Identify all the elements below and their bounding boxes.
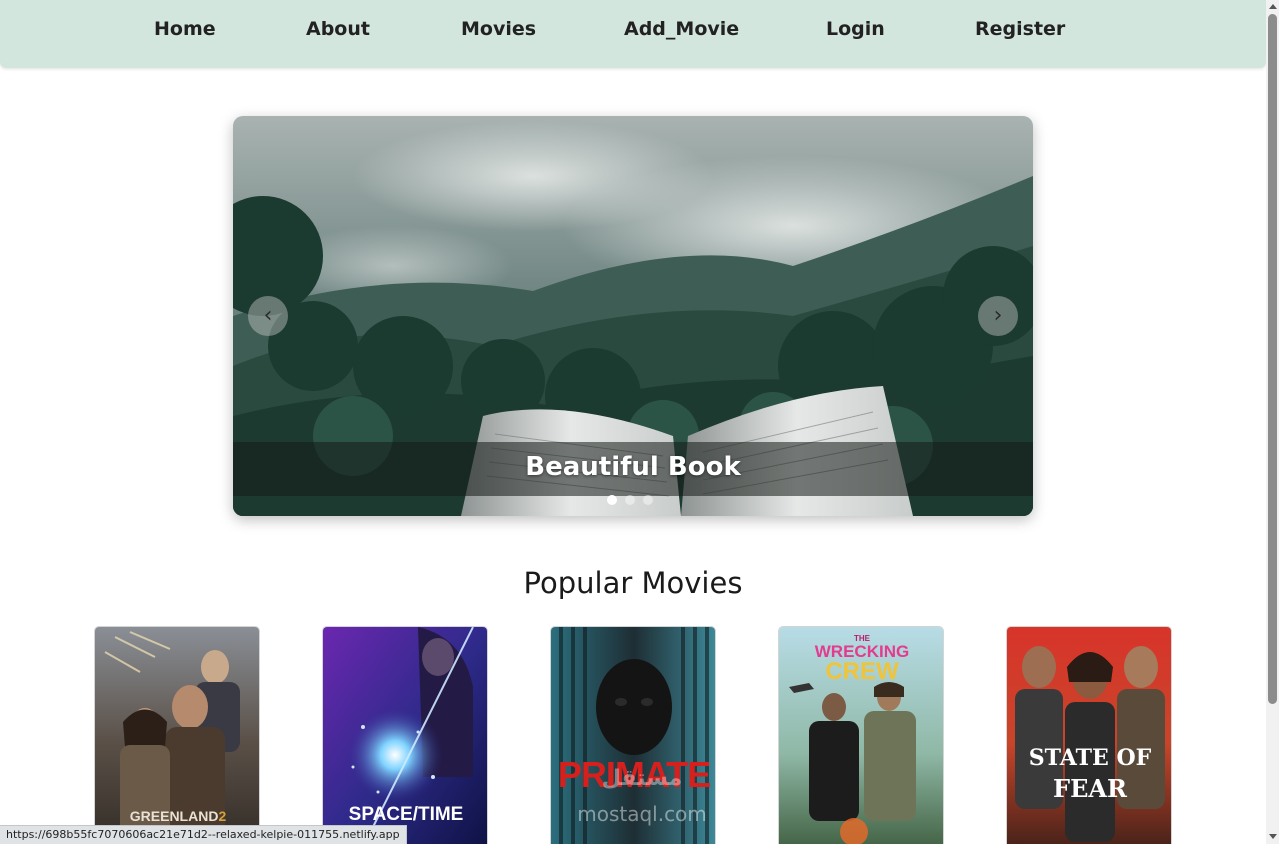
nav-link-login[interactable]: Login [826,18,885,40]
carousel-dot-3[interactable] [643,495,653,505]
scroll-down-icon[interactable] [1269,834,1277,839]
movie-poster-image: SPACE/TIME [323,627,487,844]
carousel-prev-button[interactable]: ‹ [248,296,288,336]
movie-card[interactable]: STATE OF FEAR [1006,626,1172,844]
movie-card[interactable]: THE WRECKING CREW [778,626,944,844]
status-bar-url: https://698b55fc7070606ac21e71d2--relaxe… [0,825,407,844]
nav-link-about[interactable]: About [306,18,370,40]
movie-card[interactable]: GREENLAND2 [94,626,260,844]
navbar: Home About Movies Add_Movie Login Regist… [0,0,1266,68]
svg-text:CREW: CREW [825,658,899,685]
svg-text:SPACE/TIME: SPACE/TIME [349,804,464,825]
chevron-left-icon: ‹ [263,303,273,328]
hero-carousel: Beautiful Book ‹ › [233,116,1033,516]
svg-text:FEAR: FEAR [1053,774,1128,803]
nav-link-register[interactable]: Register [975,18,1065,40]
nav-link-home[interactable]: Home [154,18,216,40]
carousel-dot-1[interactable] [607,495,617,505]
carousel-next-button[interactable]: › [978,296,1018,336]
movie-card[interactable]: SPACE/TIME [322,626,488,844]
carousel-caption: Beautiful Book [525,452,741,482]
nav-link-add-movie[interactable]: Add_Movie [624,18,739,40]
movie-poster-image: STATE OF FEAR [1007,627,1171,844]
popular-movies-heading: Popular Movies [523,566,743,600]
scroll-up-icon[interactable] [1269,4,1277,9]
movie-poster-image: GREENLAND2 [95,627,259,844]
chevron-right-icon: › [993,303,1003,328]
nav-link-movies[interactable]: Movies [461,18,536,40]
watermark-arabic: مستقل [601,766,683,791]
svg-text:STATE OF: STATE OF [1029,745,1152,771]
movie-poster-image: THE WRECKING CREW [779,627,943,844]
page-scrollbar[interactable] [1266,0,1279,844]
carousel-indicators [607,495,653,505]
svg-text:GREENLAND2: GREENLAND2 [130,808,227,824]
watermark-latin: mostaql.com [577,802,707,826]
carousel-dot-2[interactable] [625,495,635,505]
scroll-thumb[interactable] [1268,14,1277,704]
